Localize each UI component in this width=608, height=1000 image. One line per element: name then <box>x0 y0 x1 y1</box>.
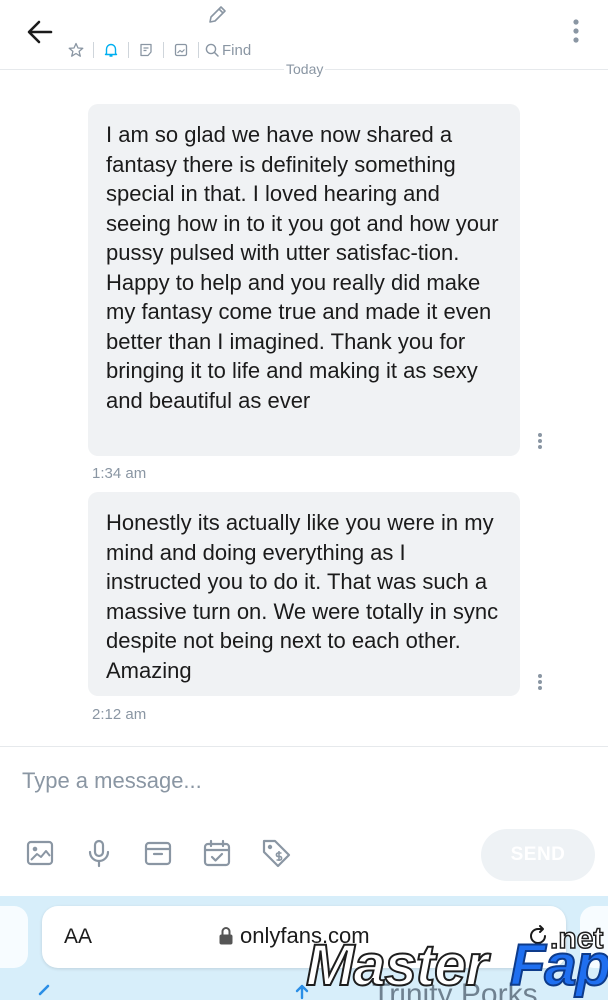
message-composer: SEND <box>0 746 608 896</box>
vault-button[interactable] <box>140 835 176 871</box>
more-vertical-icon <box>573 19 579 43</box>
message-timestamp: 1:34 am <box>92 465 147 482</box>
message-options-button[interactable] <box>530 670 550 694</box>
date-divider: Today <box>0 62 608 78</box>
message-bubble: Honestly its actually like you were in m… <box>88 492 520 696</box>
reader-settings-button[interactable]: AA <box>64 925 92 949</box>
star-icon <box>68 42 84 57</box>
previous-tab[interactable] <box>0 906 28 968</box>
toolbar-divider <box>198 42 199 58</box>
image-icon <box>174 43 188 57</box>
chat-header: Find <box>0 0 608 70</box>
chevron-left-icon <box>38 984 50 996</box>
message-text: I am so glad we have now shared a fantas… <box>106 122 499 413</box>
watermark-tld-text: .net <box>549 921 604 956</box>
price-tag-icon <box>262 839 291 868</box>
toolbar-divider <box>163 42 164 58</box>
microphone-icon <box>88 839 110 868</box>
back-button[interactable] <box>22 14 58 50</box>
message-input[interactable] <box>22 763 582 799</box>
toolbar-divider <box>128 42 129 58</box>
note-icon <box>140 43 152 57</box>
search-icon <box>205 43 219 57</box>
set-price-button[interactable] <box>258 835 294 871</box>
back-arrow-icon <box>27 20 53 44</box>
attach-media-button[interactable] <box>22 835 58 871</box>
calendar-icon <box>203 839 231 867</box>
message-options-button[interactable] <box>530 429 550 453</box>
more-vertical-icon <box>538 433 542 449</box>
send-button[interactable]: SEND <box>481 829 595 881</box>
toolbar-divider <box>93 42 94 58</box>
voice-message-button[interactable] <box>81 835 117 871</box>
browser-back-button[interactable] <box>34 984 54 1000</box>
notes-button[interactable] <box>134 38 158 62</box>
find-button[interactable]: Find <box>204 42 251 59</box>
pencil-icon <box>209 6 226 23</box>
notifications-button[interactable] <box>99 38 123 62</box>
date-label: Today <box>284 62 326 77</box>
lock-icon <box>219 927 233 945</box>
more-vertical-icon <box>538 674 542 690</box>
find-label: Find <box>222 41 252 59</box>
vault-icon <box>144 841 172 866</box>
schedule-button[interactable] <box>199 835 235 871</box>
edit-button[interactable] <box>204 2 230 28</box>
reader-settings-label: AA <box>64 925 93 948</box>
favorite-button[interactable] <box>64 38 88 62</box>
chat-toolbar: Find <box>64 38 251 62</box>
watermark-master-text: Master <box>305 933 489 999</box>
chat-options-button[interactable] <box>566 16 586 46</box>
gallery-button[interactable] <box>169 38 193 62</box>
message-text: Honestly its actually like you were in m… <box>106 510 499 683</box>
bell-icon <box>104 43 118 57</box>
masterfap-watermark: Master Fap .net <box>304 921 608 1000</box>
composer-actions <box>22 835 294 871</box>
message-bubble: I am so glad we have now shared a fantas… <box>88 104 520 456</box>
message-timestamp: 2:12 am <box>92 706 147 723</box>
image-icon <box>26 840 54 866</box>
